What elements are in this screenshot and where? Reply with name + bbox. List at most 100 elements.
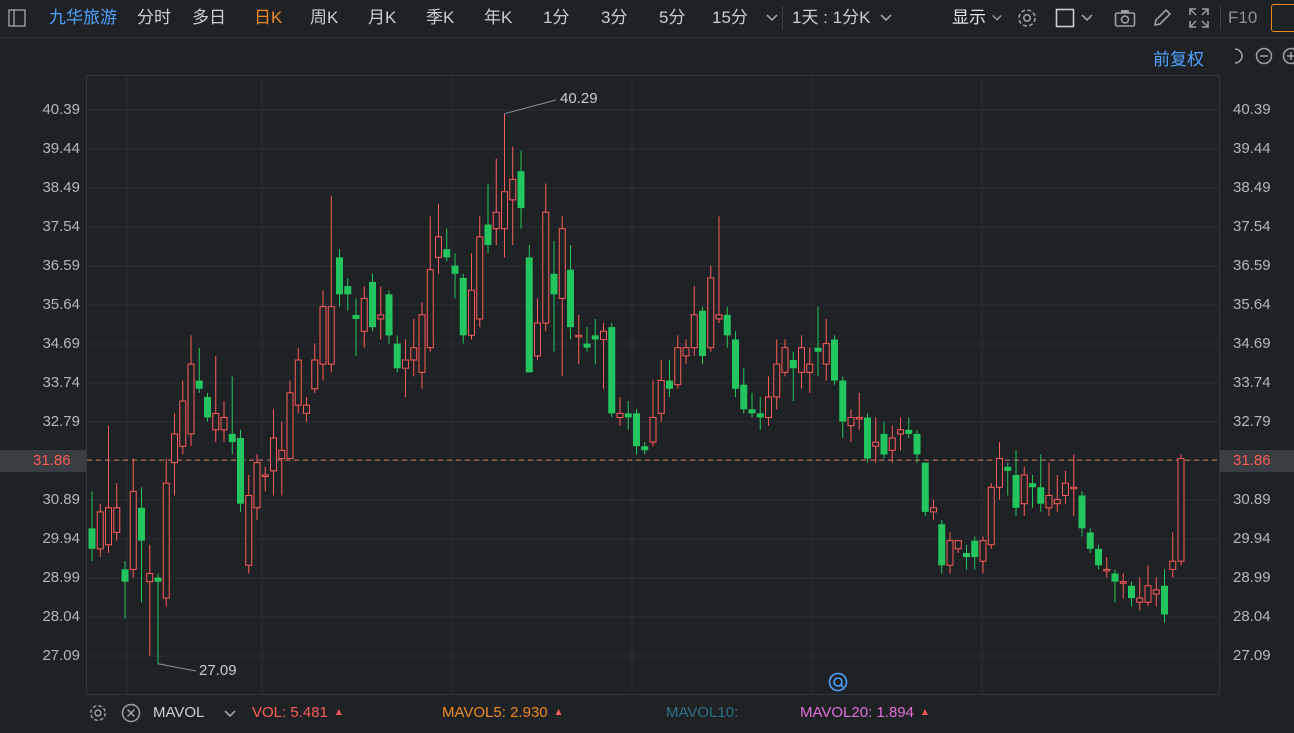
candle-body <box>154 577 162 582</box>
price-label-right: 40.39 <box>1233 101 1271 118</box>
candle-body <box>1177 458 1185 562</box>
candle-body <box>286 392 294 460</box>
candle-body <box>616 412 624 418</box>
candle-body <box>864 417 871 459</box>
candle-body <box>542 211 550 324</box>
mavol20-readout: MAVOL20: 1.894 ▲ <box>800 704 930 721</box>
candle-body <box>228 433 236 443</box>
price-label-right: 27.09 <box>1233 647 1271 664</box>
candle-body <box>674 347 682 386</box>
candle-body <box>237 438 244 504</box>
candle-body <box>278 449 286 460</box>
candle-body <box>946 540 954 566</box>
candle-body <box>641 446 649 451</box>
candle-body <box>1169 560 1177 570</box>
vol-value: 5.481 <box>290 704 328 721</box>
candle-body <box>888 437 896 451</box>
candle-body <box>575 334 583 338</box>
current-price-tag-right: 31.86 <box>1220 450 1294 472</box>
price-label-left: 34.69 <box>42 335 80 352</box>
candle-body <box>327 306 335 365</box>
candle-body <box>418 314 426 373</box>
candle-body <box>732 339 739 389</box>
locate-icon[interactable] <box>828 672 848 692</box>
candle-body <box>583 343 591 348</box>
volume-indicator-bar: MAVOL VOL: 5.481 ▲ MAVOL5: 2.930 ▲ MAVOL10… <box>86 700 1294 726</box>
candle-body <box>435 236 442 258</box>
candle-body <box>484 224 492 246</box>
candle-body <box>352 314 360 319</box>
current-price-tag-left: 31.86 <box>0 450 86 472</box>
price-label-left: 28.04 <box>42 608 80 625</box>
candle-body <box>1119 581 1127 584</box>
candle-body <box>162 482 170 599</box>
candle-body <box>624 413 632 418</box>
price-label-right: 38.49 <box>1233 179 1271 196</box>
candle-body <box>303 404 310 414</box>
chevron-down-icon[interactable] <box>223 708 237 720</box>
price-label-right: 33.74 <box>1233 374 1271 391</box>
candle-body <box>822 343 830 365</box>
candle-body <box>468 289 475 336</box>
candle-body <box>1045 494 1053 509</box>
candle-body <box>1012 474 1020 508</box>
candle-body <box>723 314 731 336</box>
price-label-left: 38.49 <box>42 179 80 196</box>
candle-body <box>509 178 517 201</box>
candle-body <box>765 396 772 418</box>
candle-body <box>534 322 541 357</box>
candle-body <box>121 569 129 582</box>
price-label-right: 32.79 <box>1233 413 1271 430</box>
candle-body <box>311 359 319 390</box>
candle-body <box>715 314 723 320</box>
price-label-right: 39.44 <box>1233 140 1271 157</box>
candle-body <box>220 416 228 431</box>
candle-body <box>195 380 203 389</box>
candle-body <box>740 384 748 410</box>
candle-body <box>426 269 434 349</box>
price-label-right: 28.99 <box>1233 569 1271 586</box>
candle-body <box>1128 585 1135 599</box>
candle-body <box>369 282 376 328</box>
close-icon[interactable] <box>121 703 141 723</box>
candle-body <box>138 507 145 541</box>
candle-body <box>402 359 409 369</box>
low-leader-line <box>157 663 197 672</box>
candle-body <box>600 330 607 340</box>
candle-body <box>1053 499 1061 505</box>
price-label-left: 35.64 <box>42 296 80 313</box>
candle-body <box>245 494 253 566</box>
candle-body <box>839 380 847 422</box>
price-label-left: 28.99 <box>42 569 80 586</box>
candle-body <box>789 360 797 369</box>
indicator-select[interactable]: MAVOL <box>153 704 204 721</box>
price-label-right: 29.94 <box>1233 530 1271 547</box>
candle-body <box>385 294 393 336</box>
candle-body <box>1095 548 1102 566</box>
candle-body <box>905 429 913 434</box>
candle-body <box>550 273 558 295</box>
candle-body <box>443 249 451 258</box>
price-label-left: 36.59 <box>42 257 80 274</box>
candle-body <box>129 490 137 570</box>
candle-body <box>707 277 715 349</box>
candle-body <box>880 433 888 455</box>
candle-body <box>1161 585 1168 615</box>
candle-body <box>1136 597 1144 603</box>
high-price-annotation: 40.29 <box>560 90 598 107</box>
candle-body <box>105 507 112 546</box>
candle-body <box>814 347 822 352</box>
candlestick-chart[interactable] <box>0 0 1294 733</box>
candle-body <box>179 400 187 447</box>
price-label-right: 35.64 <box>1233 296 1271 313</box>
up-arrow-icon: ▲ <box>553 707 564 718</box>
candle-body <box>476 236 484 320</box>
price-label-left: 30.89 <box>42 491 80 508</box>
vol-label: VOL: <box>252 704 287 721</box>
candle-body <box>1062 482 1069 496</box>
candle-body <box>1086 532 1094 549</box>
candle-body <box>633 413 640 447</box>
gear-icon[interactable] <box>88 703 108 723</box>
candle-body <box>1152 589 1160 595</box>
price-label-left: 39.44 <box>42 140 80 157</box>
